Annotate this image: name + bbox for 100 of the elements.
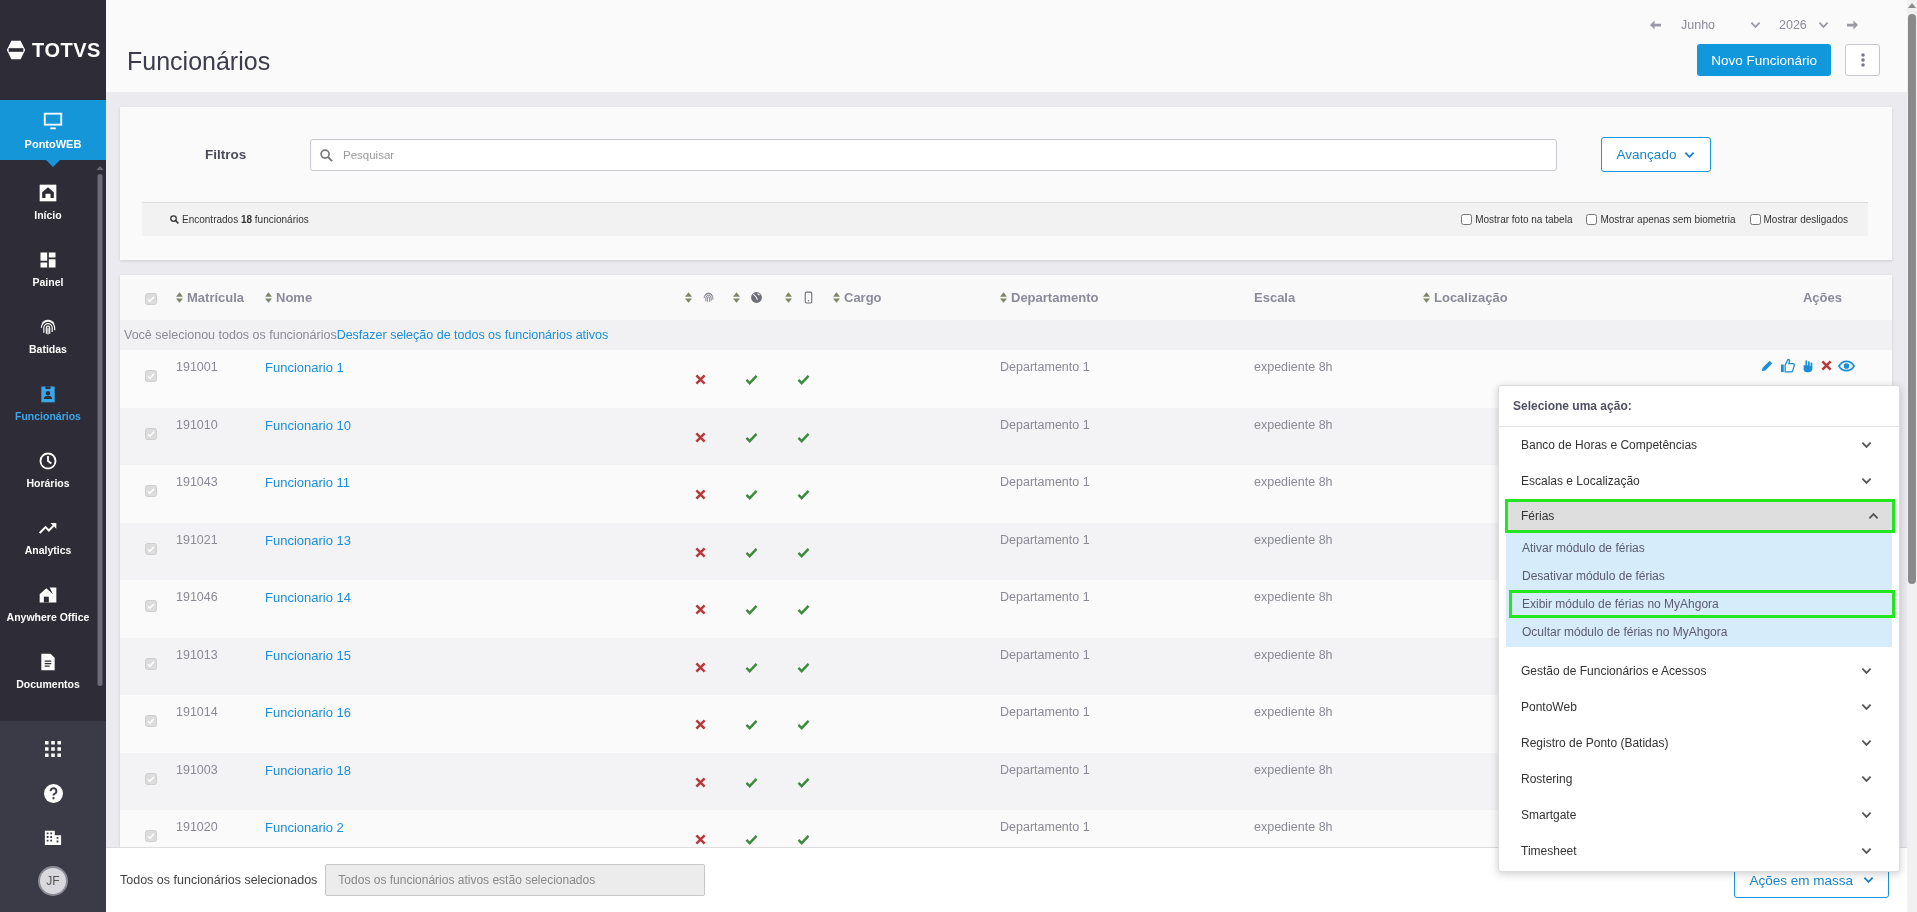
search-icon [320, 148, 333, 162]
employee-link[interactable]: Funcionario 15 [265, 647, 351, 663]
checkbox[interactable] [145, 772, 157, 785]
table-cell: 191021 [176, 532, 218, 547]
table-cell: expediente 8h [1254, 532, 1333, 547]
undo-selection-link[interactable]: Desfazer seleção de todos os funcionários ativos [336, 328, 609, 342]
menu-group[interactable]: Escalas e Localização [1499, 463, 1899, 499]
table-cell: expediente 8h [1254, 647, 1333, 662]
chevron-down-icon [1861, 847, 1872, 855]
more-button[interactable] [1845, 44, 1880, 76]
sort-icon[interactable] [1423, 292, 1430, 303]
table-cell: Departamento 1 [1000, 532, 1090, 547]
table-cell: expediente 8h [1254, 475, 1333, 489]
thumbs-up-icon[interactable] [1780, 358, 1795, 373]
column-header[interactable]: Localização [1434, 290, 1508, 305]
nav-item[interactable]: Documentos [0, 637, 96, 704]
sort-icon[interactable] [785, 292, 792, 303]
sort-icon[interactable] [176, 292, 183, 303]
search-field[interactable]: Pesquisar [310, 138, 1557, 171]
checkbox[interactable] [145, 427, 157, 440]
selection-field: Todos os funcionários ativos estão selecionados [325, 864, 706, 896]
nav-item[interactable]: Batidas [0, 302, 96, 369]
employee-link[interactable]: Funcionario 11 [265, 475, 351, 490]
nav-item[interactable]: Horários [0, 436, 96, 503]
table-cell: 191020 [176, 820, 218, 834]
table-cell: Departamento 1 [1000, 475, 1090, 489]
column-header[interactable]: Matrícula [187, 290, 245, 305]
employee-link[interactable]: Funcionario 1 [265, 360, 344, 375]
checkbox[interactable] [145, 715, 157, 727]
new-employee-button[interactable]: Novo Funcionário [1697, 44, 1831, 76]
table-cell: expediente 8h [1254, 590, 1333, 604]
column-header[interactable]: Nome [276, 290, 313, 305]
table-cell: Departamento 1 [1000, 417, 1090, 432]
checkbox[interactable] [145, 657, 157, 670]
checkbox[interactable] [145, 830, 157, 842]
sort-icon[interactable] [265, 292, 272, 303]
checkbox[interactable] [1461, 214, 1473, 225]
employee-link[interactable]: Funcionario 10 [265, 417, 351, 433]
checkbox[interactable] [145, 293, 157, 305]
menu-item[interactable]: Exibir módulo de férias no MyAhgora [1509, 590, 1895, 618]
employee-link[interactable]: Funcionario 18 [265, 762, 351, 778]
chevron-down-icon [1861, 477, 1872, 485]
month-select[interactable]: Junho [1681, 18, 1750, 32]
clock-icon [38, 450, 58, 471]
menu-group[interactable]: Rostering [1499, 761, 1899, 797]
chevron-down-icon [1861, 811, 1872, 819]
table-cell: Departamento 1 [1000, 820, 1090, 834]
logo-text: TOTVS [32, 38, 101, 62]
sort-icon[interactable] [1000, 292, 1007, 303]
arrow-left-icon[interactable] [1650, 20, 1661, 30]
menu-group[interactable]: Banco de Horas e Competências [1499, 427, 1899, 463]
menu-item[interactable]: Ocultar módulo de férias no MyAhgora [1506, 618, 1892, 646]
building-icon[interactable] [44, 828, 62, 846]
menu-item[interactable]: Ativar módulo de férias [1506, 534, 1892, 562]
menu-item[interactable]: Desativar módulo de férias [1506, 562, 1892, 590]
table-cell: expediente 8h [1254, 417, 1333, 432]
selection-notice: Você selecionou todos os funcionários [124, 328, 337, 342]
column-header[interactable]: Cargo [844, 290, 882, 305]
checkbox[interactable] [145, 485, 157, 497]
sort-icon[interactable] [833, 292, 840, 303]
arrow-right-icon[interactable] [1847, 20, 1858, 30]
employee-link[interactable]: Funcionario 14 [265, 590, 351, 605]
hand-icon[interactable] [1801, 358, 1815, 373]
chevron-down-icon [1861, 739, 1872, 747]
nav-item[interactable]: Funcionários [0, 369, 96, 436]
menu-group[interactable]: PontoWeb [1499, 689, 1899, 725]
checkbox[interactable] [145, 600, 157, 612]
menu-group[interactable]: Gestão de Funcionários e Acessos [1499, 653, 1899, 689]
checkbox[interactable] [1749, 214, 1761, 225]
sort-icon[interactable] [685, 292, 692, 303]
checkbox[interactable] [1586, 214, 1598, 225]
chevron-down-icon [1750, 21, 1761, 29]
table-cell: Departamento 1 [1000, 590, 1090, 604]
pencil-icon[interactable] [1760, 358, 1774, 373]
help-icon[interactable] [43, 783, 63, 803]
menu-group[interactable]: Smartgate [1499, 797, 1899, 833]
checkbox[interactable] [145, 370, 157, 382]
nav-item[interactable]: Anywhere Office [0, 570, 96, 637]
chevron-down-icon [1818, 21, 1829, 29]
menu-group[interactable]: Férias [1505, 499, 1895, 533]
year-select[interactable]: 2026 [1779, 18, 1818, 32]
nav-item[interactable]: Início [0, 168, 96, 235]
nav-item[interactable]: Analytics [0, 503, 96, 570]
avatar[interactable]: JF [38, 866, 68, 896]
apps-grid-icon[interactable] [45, 741, 61, 757]
column-header[interactable]: Departamento [1011, 290, 1099, 305]
table-cell: expediente 8h [1254, 820, 1333, 834]
employee-link[interactable]: Funcionario 16 [265, 705, 351, 720]
sort-icon[interactable] [733, 292, 740, 303]
table-cell: Departamento 1 [1000, 705, 1090, 719]
table-cell: 191003 [176, 762, 218, 777]
chevron-down-icon [1861, 775, 1872, 783]
employee-link[interactable]: Funcionario 13 [265, 532, 351, 548]
employee-link[interactable]: Funcionario 2 [265, 820, 344, 835]
field-label: Todos os funcionários selecionados [120, 873, 318, 887]
nav-item[interactable]: Painel [0, 235, 96, 302]
advanced-button[interactable]: Avançado [1601, 137, 1711, 172]
menu-group[interactable]: Registro de Ponto (Batidas) [1499, 725, 1899, 761]
checkbox[interactable] [145, 542, 157, 555]
eye-icon[interactable] [1838, 359, 1855, 372]
